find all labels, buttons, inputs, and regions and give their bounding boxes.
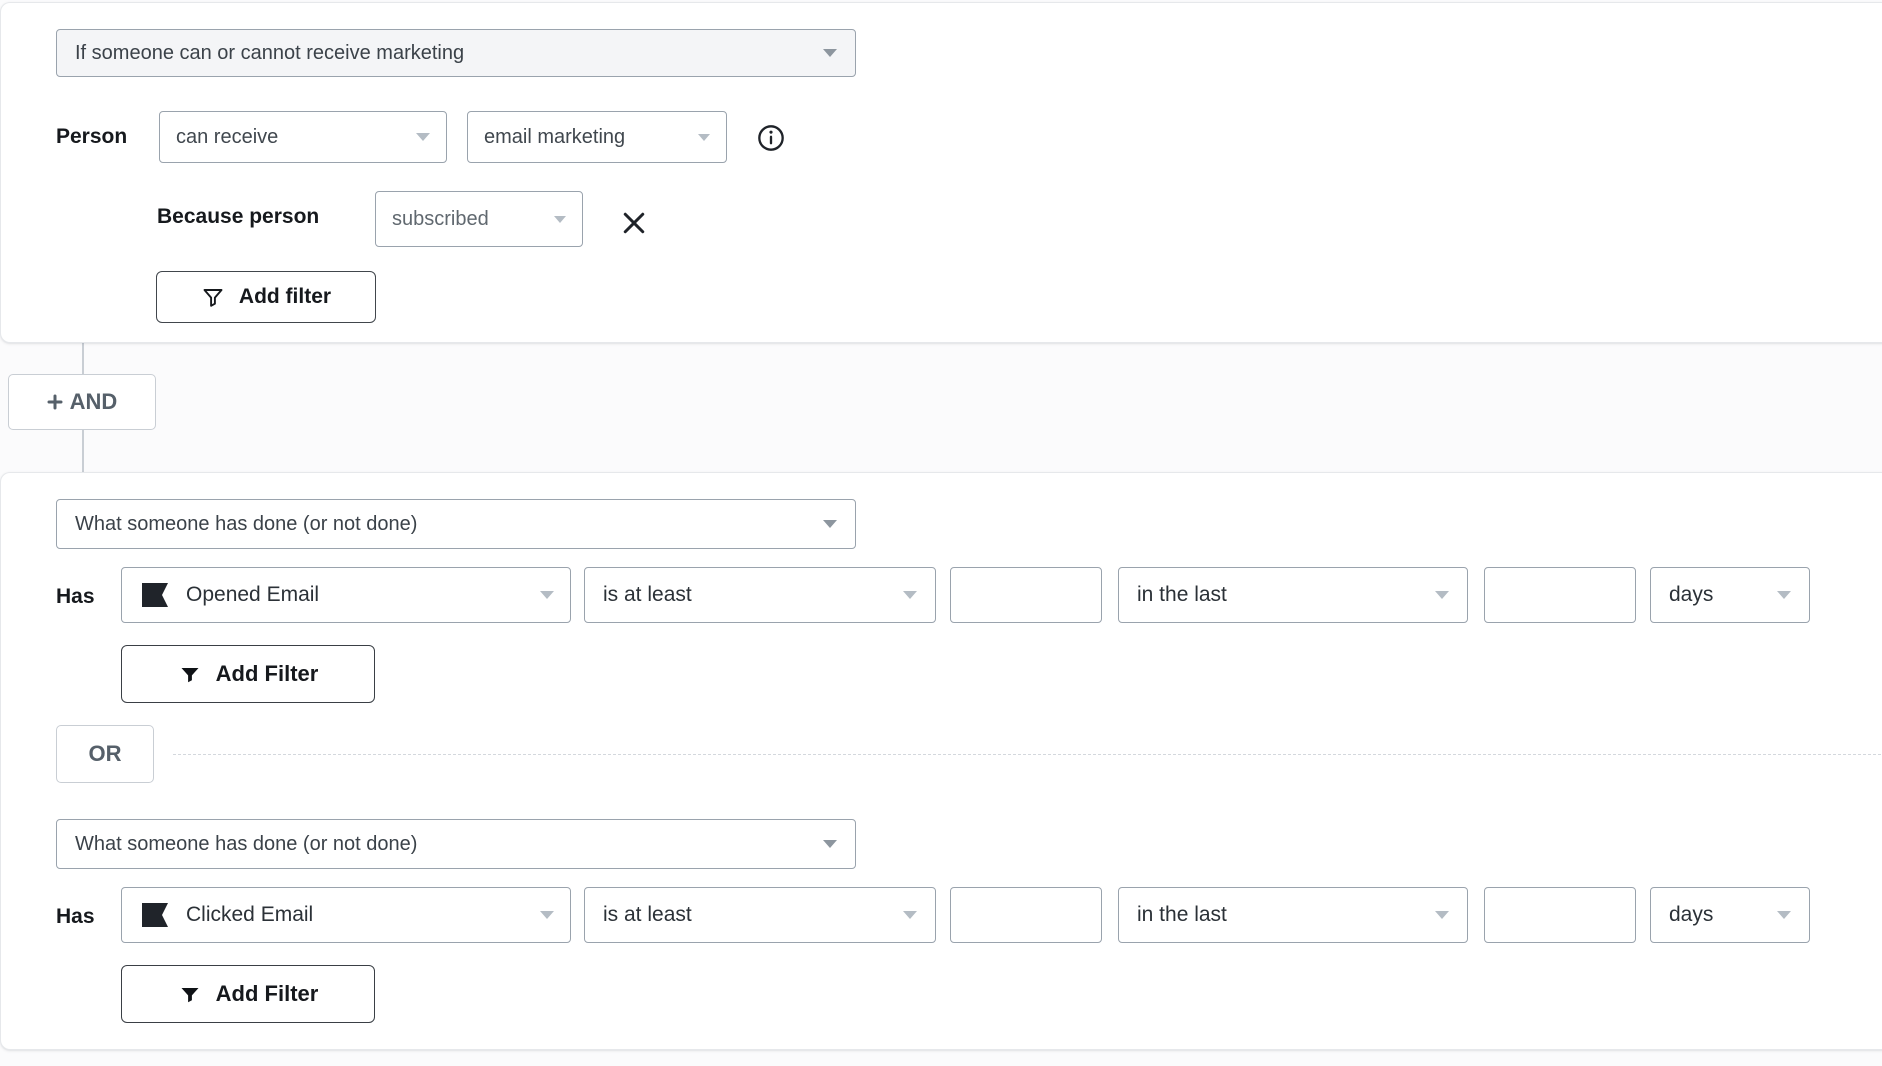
flag-icon (138, 580, 172, 610)
operator-value: is at least (603, 583, 903, 607)
add-and-condition-button[interactable]: AND (8, 374, 156, 430)
count-input-2[interactable] (950, 887, 1102, 943)
chevron-down-icon (554, 216, 566, 223)
add-filter-label: Add Filter (216, 981, 319, 1007)
unit-value: days (1669, 583, 1777, 607)
because-person-value: subscribed (392, 208, 554, 231)
and-chip-label: AND (70, 389, 118, 415)
chevron-down-icon (823, 840, 837, 848)
or-divider-line (173, 754, 1882, 755)
because-person-select[interactable]: subscribed (375, 191, 583, 247)
unit-select-1[interactable]: days (1650, 567, 1810, 623)
funnel-outline-icon (201, 285, 225, 309)
has-row-label-1: Has (56, 571, 95, 623)
add-filter-button-2[interactable]: Add Filter (121, 965, 375, 1023)
segment-builder: If someone can or cannot receive marketi… (0, 0, 1882, 1066)
add-filter-button-1[interactable]: Add Filter (121, 645, 375, 703)
person-row-label: Person (56, 111, 127, 163)
condition-type-value: What someone has done (or not done) (75, 833, 823, 856)
info-circle-icon[interactable] (757, 124, 785, 152)
person-permission-select[interactable]: can receive (159, 111, 447, 163)
funnel-solid-icon (178, 662, 202, 686)
add-filter-button-0[interactable]: Add filter (156, 271, 376, 323)
duration-input-2[interactable] (1484, 887, 1636, 943)
unit-value: days (1669, 903, 1777, 927)
has-row-label-2: Has (56, 891, 95, 943)
chevron-down-icon (1435, 911, 1449, 919)
chevron-down-icon (903, 911, 917, 919)
unit-select-2[interactable]: days (1650, 887, 1810, 943)
chevron-down-icon (540, 911, 554, 919)
metric-select-2[interactable]: Clicked Email (121, 887, 571, 943)
condition-card-activity: What someone has done (or not done) Has … (0, 472, 1882, 1050)
condition-type-select-0[interactable]: If someone can or cannot receive marketi… (56, 29, 856, 77)
condition-card-marketing: If someone can or cannot receive marketi… (0, 2, 1882, 343)
count-input-1[interactable] (950, 567, 1102, 623)
timeframe-value: in the last (1137, 903, 1435, 927)
chevron-down-icon (823, 49, 837, 57)
condition-type-value: What someone has done (or not done) (75, 513, 823, 536)
close-x-icon[interactable] (619, 208, 649, 238)
condition-type-select-1[interactable]: What someone has done (or not done) (56, 499, 856, 549)
chevron-down-icon (416, 133, 430, 141)
metric-value: Clicked Email (186, 903, 526, 927)
timeframe-select-2[interactable]: in the last (1118, 887, 1468, 943)
or-chip[interactable]: OR (56, 725, 154, 783)
because-person-row-label: Because person (157, 191, 319, 243)
add-filter-label: Add filter (239, 285, 331, 309)
chevron-down-icon (1777, 911, 1791, 919)
chevron-down-icon (1435, 591, 1449, 599)
metric-value: Opened Email (186, 583, 526, 607)
add-filter-label: Add Filter (216, 661, 319, 687)
chevron-down-icon (1777, 591, 1791, 599)
or-chip-label: OR (89, 741, 122, 767)
operator-select-1[interactable]: is at least (584, 567, 936, 623)
chevron-down-icon (540, 591, 554, 599)
person-permission-value: can receive (176, 126, 416, 149)
timeframe-value: in the last (1137, 583, 1435, 607)
condition-type-select-2[interactable]: What someone has done (or not done) (56, 819, 856, 869)
chevron-down-icon (823, 520, 837, 528)
connector-line-upper (82, 342, 84, 374)
plus-icon (47, 394, 63, 410)
operator-select-2[interactable]: is at least (584, 887, 936, 943)
funnel-solid-icon (178, 982, 202, 1006)
flag-icon (138, 900, 172, 930)
person-channel-select[interactable]: email marketing (467, 111, 727, 163)
chevron-down-icon (698, 134, 710, 141)
duration-input-1[interactable] (1484, 567, 1636, 623)
person-channel-value: email marketing (484, 126, 698, 149)
chevron-down-icon (903, 591, 917, 599)
metric-select-1[interactable]: Opened Email (121, 567, 571, 623)
timeframe-select-1[interactable]: in the last (1118, 567, 1468, 623)
condition-type-value: If someone can or cannot receive marketi… (75, 42, 823, 65)
operator-value: is at least (603, 903, 903, 927)
